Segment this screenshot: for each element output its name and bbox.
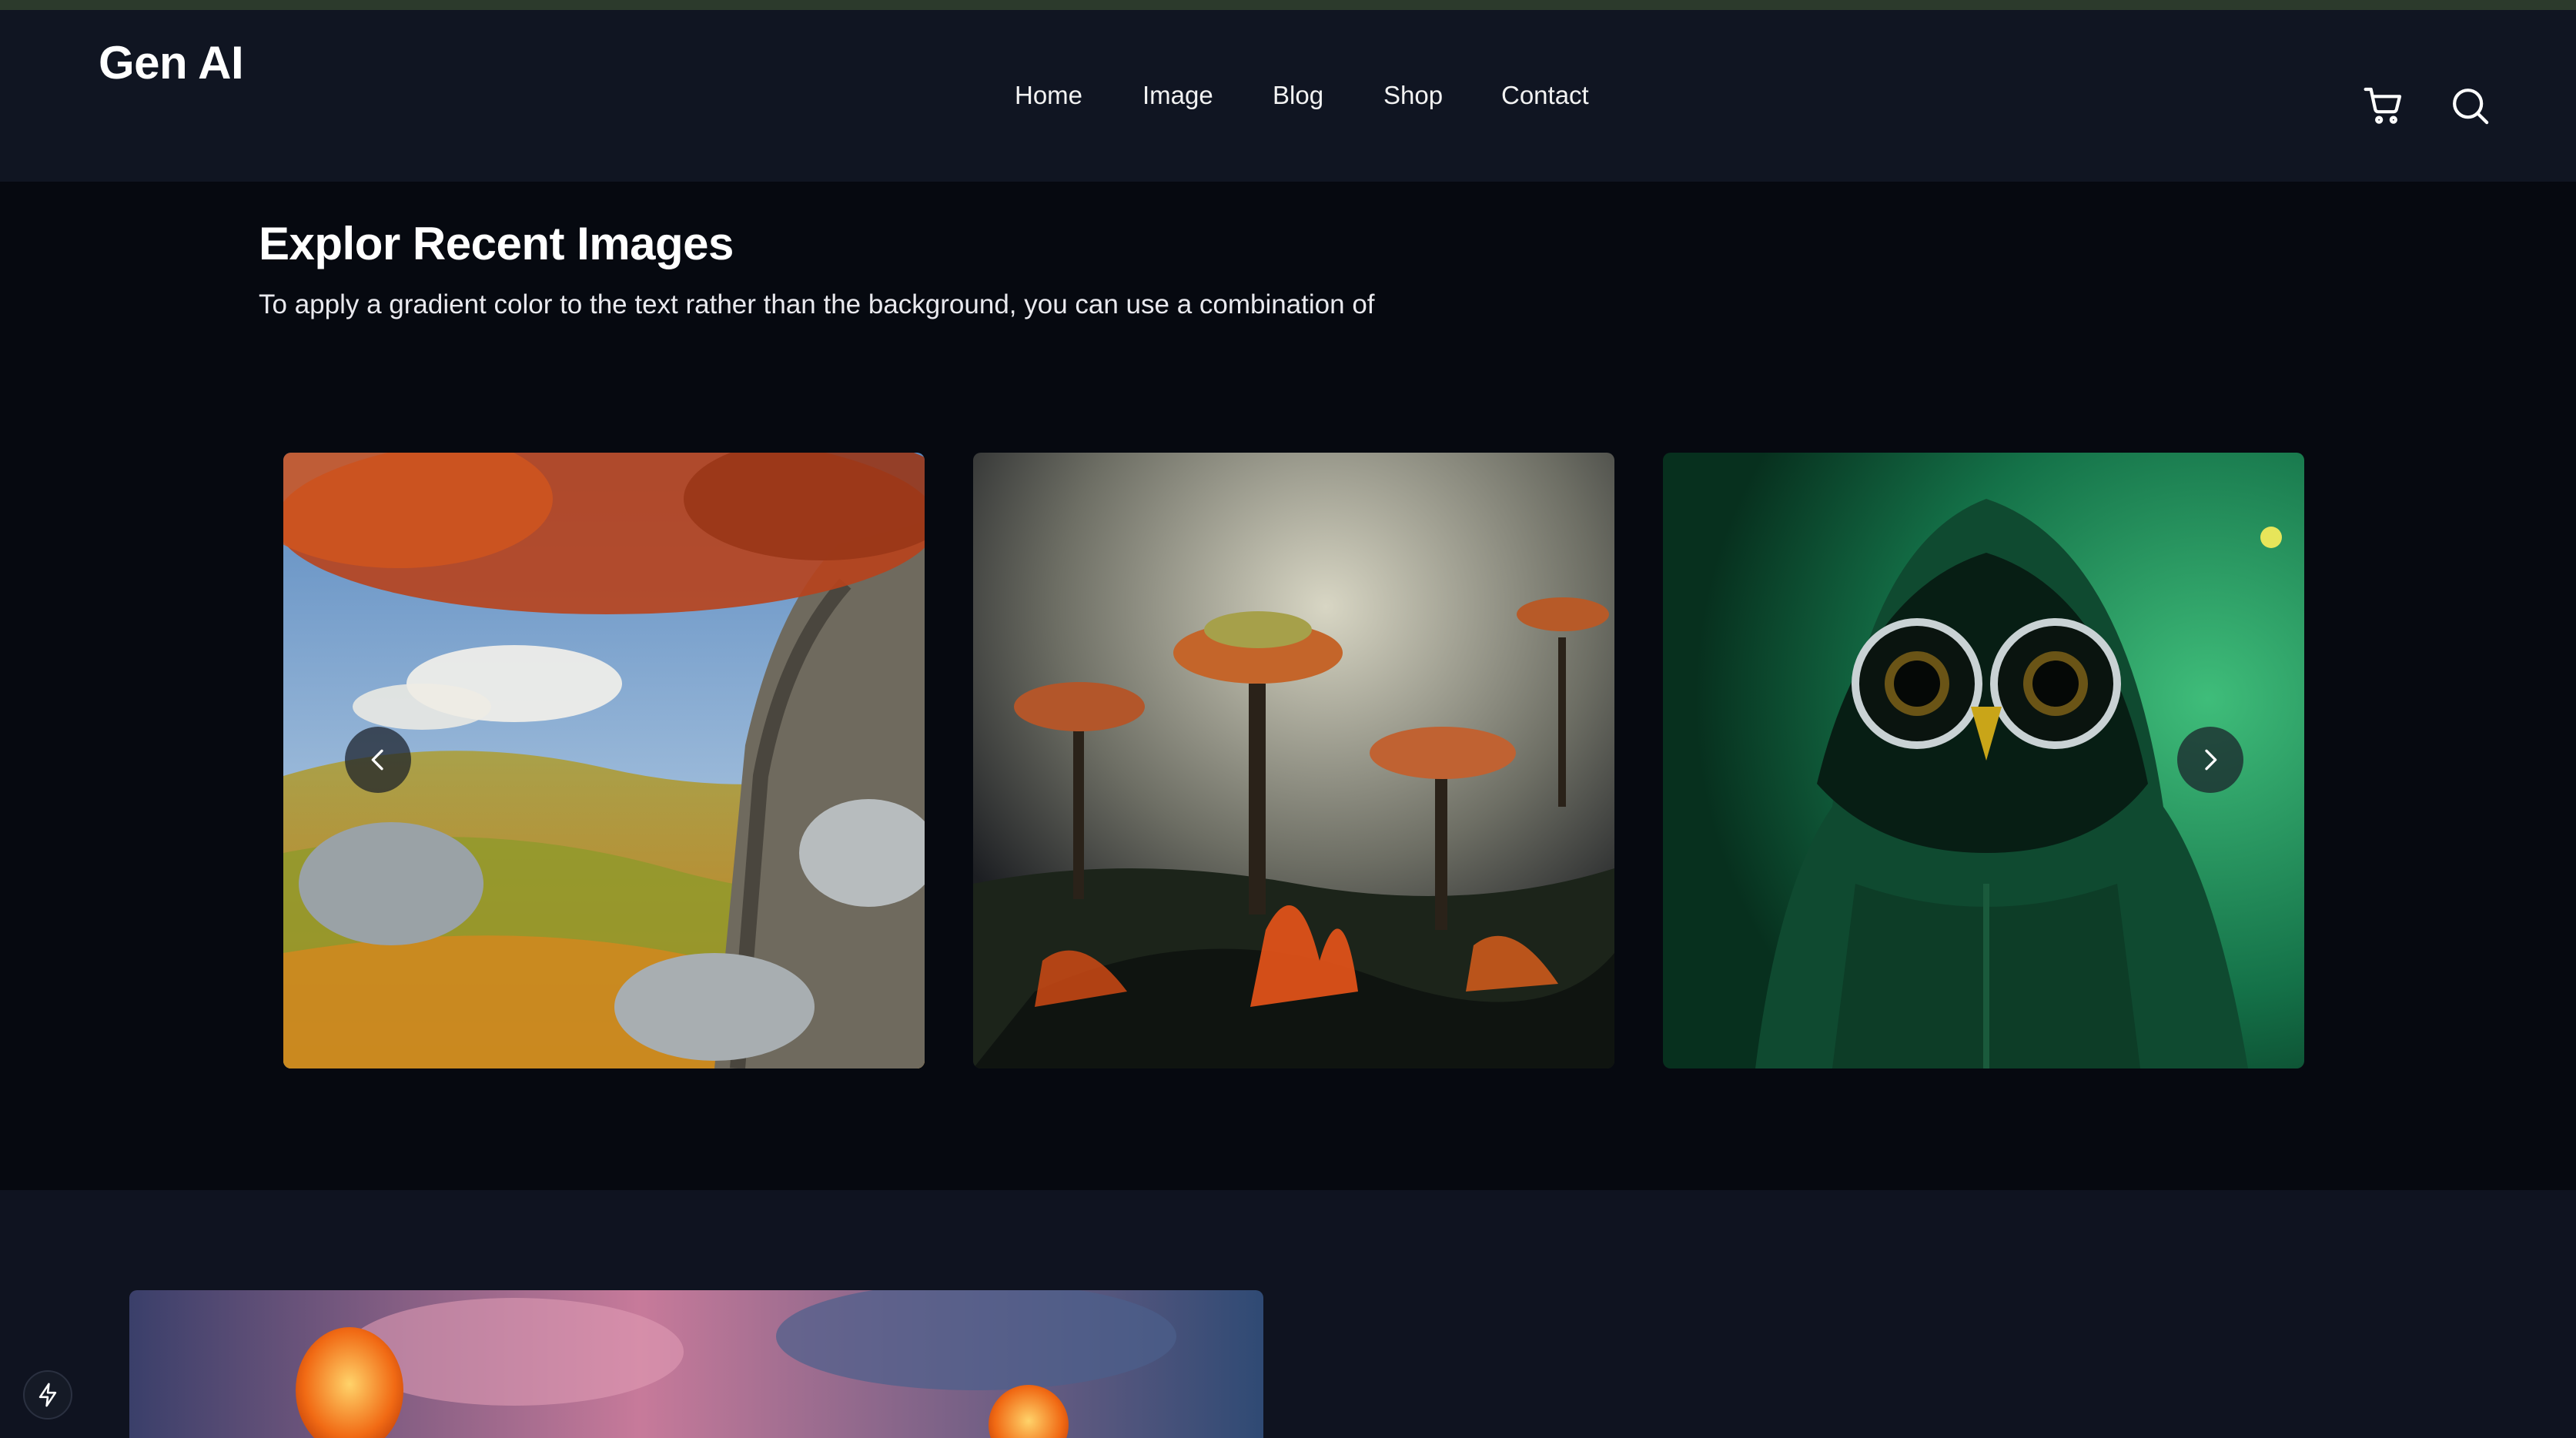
lower-section	[0, 1190, 2576, 1438]
search-icon[interactable]	[2448, 84, 2491, 127]
top-strip	[0, 0, 2576, 10]
site-header: Gen AI Home Image Blog Shop Contact	[0, 10, 2576, 182]
bolt-icon	[38, 1383, 57, 1407]
nav-blog[interactable]: Blog	[1273, 81, 1323, 110]
burning-forest-image[interactable]	[973, 453, 1614, 1068]
chevron-right-icon	[2205, 749, 2217, 771]
nav-shop[interactable]: Shop	[1383, 81, 1443, 110]
carousel-next-button[interactable]	[2177, 727, 2243, 793]
chevron-left-icon	[371, 749, 383, 771]
recent-images-section: Explor Recent Images To apply a gradient…	[0, 182, 2576, 1190]
cart-icon[interactable]	[2362, 84, 2405, 127]
nav-image[interactable]: Image	[1142, 81, 1213, 110]
nav-home[interactable]: Home	[1015, 81, 1082, 110]
nav-contact[interactable]: Contact	[1501, 81, 1589, 110]
bolt-button[interactable]	[23, 1370, 72, 1420]
section-title: Explor Recent Images	[259, 218, 734, 269]
section-subtitle: To apply a gradient color to the text ra…	[259, 289, 1375, 319]
main-nav: Home Image Blog Shop Contact	[0, 81, 2576, 127]
carousel-prev-button[interactable]	[345, 727, 411, 793]
lanterns-sky-image[interactable]	[129, 1290, 1263, 1438]
